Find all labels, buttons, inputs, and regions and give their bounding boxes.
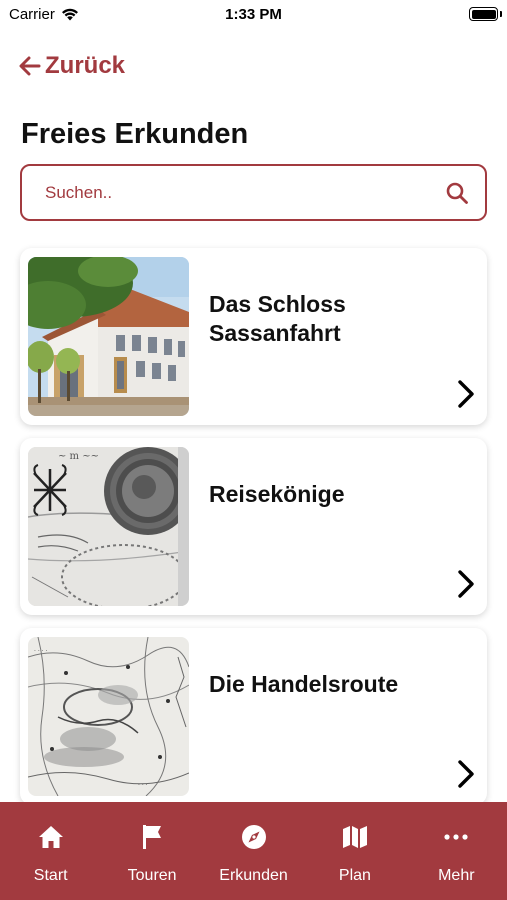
flag-icon [141, 824, 163, 850]
search-box[interactable] [20, 164, 487, 221]
list-item-card[interactable]: Das Schloss Sassanfahrt [20, 248, 487, 425]
tab-touren[interactable]: Touren [101, 802, 202, 900]
search-input[interactable] [45, 182, 445, 203]
castle-photo [28, 257, 189, 416]
card-title: Das Schloss Sassanfahrt [209, 291, 346, 346]
tab-label: Start [33, 867, 68, 884]
home-icon [38, 824, 64, 850]
card-list: Das Schloss Sassanfahrt ~ m ~~ Reiseköni… [20, 248, 487, 818]
search-icon[interactable] [445, 181, 469, 205]
list-item-card[interactable]: · · · · · · · Die Handelsroute [20, 628, 487, 805]
tab-label: Plan [338, 867, 371, 884]
seal-document-photo: ~ m ~~ [28, 447, 189, 606]
chevron-right-icon [458, 760, 474, 788]
tab-label: Erkunden [219, 867, 288, 884]
back-button[interactable]: Zurück [19, 52, 125, 80]
tab-erkunden[interactable]: Erkunden [203, 802, 304, 900]
card-title: Die Handelsroute [209, 671, 399, 697]
page-title: Freies Erkunden [21, 118, 249, 150]
tab-label: Touren [127, 867, 177, 884]
svg-text:· · · ·: · · · · [34, 648, 47, 655]
tab-start[interactable]: Start [0, 802, 101, 900]
tab-mehr[interactable]: Mehr [406, 802, 507, 900]
list-item-card[interactable]: ~ m ~~ Reisekönige [20, 438, 487, 615]
svg-text:· · ·: · · · [138, 782, 148, 789]
battery-tip [500, 11, 502, 17]
back-label: Zurück [45, 52, 126, 79]
map-icon [342, 824, 368, 850]
tab-label: Mehr [438, 867, 475, 884]
tab-bar: Start Touren Erkunden Plan Mehr [0, 802, 507, 900]
arrow-left-icon [19, 56, 41, 76]
chevron-right-icon [458, 380, 474, 408]
status-bar: Carrier 1:33 PM [0, 0, 507, 30]
battery-icon [469, 7, 498, 21]
tab-plan[interactable]: Plan [304, 802, 405, 900]
battery-level [471, 9, 496, 19]
historic-map-photo: · · · · · · · [28, 637, 189, 796]
compass-icon [241, 824, 267, 850]
chevron-right-icon [458, 570, 474, 598]
more-icon [444, 824, 468, 850]
status-time: 1:33 PM [225, 6, 282, 23]
svg-text:~ m ~~: ~ m ~~ [58, 451, 99, 462]
card-title: Reisekönige [209, 481, 345, 507]
